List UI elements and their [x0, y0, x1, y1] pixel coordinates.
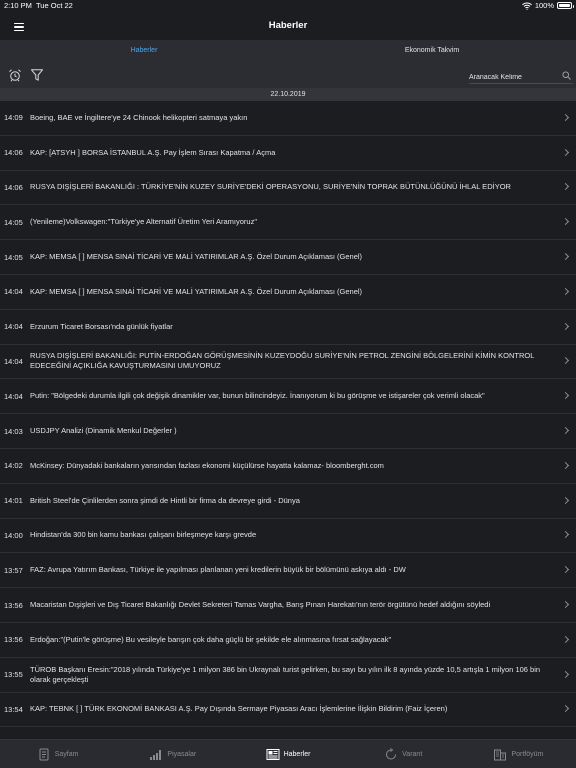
- news-row[interactable]: 13:57 FAZ: Avrupa Yatırım Bankası, Türkiy…: [0, 553, 576, 589]
- bar-chart-icon: [150, 749, 162, 760]
- news-headline: KAP: MEMSA [ ] MENSA SINAİ TİCARİ VE MAL…: [30, 286, 363, 296]
- news-row[interactable]: 14:04 Erzurum Ticaret Borsası'nda günlük …: [0, 310, 576, 345]
- buildings-icon: [494, 749, 507, 760]
- segment-tabs: Haberler Ekonomik Takvim: [0, 40, 576, 62]
- search-input[interactable]: [469, 69, 559, 86]
- tabbar-label: Varant: [402, 750, 423, 758]
- news-row[interactable]: 14:04 RUSYA DIŞİŞLERİ BAKANLIĞI: PUTİN-ER…: [0, 345, 576, 380]
- news-headline: TÜROB Başkanı Eresin:"2018 yılında Türki…: [30, 664, 541, 684]
- alarm-clock-icon[interactable]: [8, 68, 22, 82]
- news-time: 14:06: [4, 148, 23, 158]
- news-row[interactable]: 13:56 Erdoğan:"(Putin'le görüşme) Bu vesi…: [0, 623, 576, 658]
- tab-haberler[interactable]: Haberler: [0, 40, 288, 62]
- news-time: 14:04: [4, 322, 23, 332]
- tab-ekonomik-takvim[interactable]: Ekonomik Takvim: [288, 40, 576, 62]
- news-row[interactable]: 14:01 British Steel'de Çinlilerden sonra …: [0, 484, 576, 519]
- news-row[interactable]: 14:00 Hindistan'da 300 bin kamu bankası ç…: [0, 519, 576, 554]
- status-date: Tue Oct 22: [36, 1, 73, 10]
- news-time: 13:56: [4, 635, 23, 645]
- tabbar-item-sayfam[interactable]: Sayfam: [0, 740, 115, 768]
- news-time: 14:02: [4, 461, 23, 471]
- tabbar-label: Sayfam: [54, 750, 79, 758]
- news-time: 14:05: [4, 217, 23, 227]
- news-row[interactable]: 14:09 Boeing, BAE ve İngiltere'ye 24 Chin…: [0, 101, 576, 136]
- news-headline: Boeing, BAE ve İngiltere'ye 24 Chinook h…: [30, 112, 248, 122]
- news-row[interactable]: 14:04 KAP: MEMSA [ ] MENSA SINAİ TİCARİ V…: [0, 275, 576, 310]
- search-icon[interactable]: [562, 71, 571, 80]
- filter-icon[interactable]: [30, 68, 44, 82]
- news-time: 14:05: [4, 252, 23, 262]
- news-headline: Hindistan'da 300 bin kamu bankası çalışa…: [30, 530, 257, 540]
- news-time: 13:55: [4, 670, 23, 680]
- news-headline: KAP: MEMSA [ ] MENSA SINAİ TİCARİ VE MAL…: [30, 252, 363, 262]
- battery-icon: [557, 2, 574, 9]
- news-time: 14:09: [4, 113, 23, 123]
- status-right: 100%: [521, 1, 574, 10]
- news-headline: FAZ: Avrupa Yatırım Bankası, Türkiye ile…: [30, 565, 406, 575]
- news-headline: RUSYA DIŞİŞLERİ BAKANLIĞI: PUTİN-ERDOĞAN…: [30, 351, 535, 371]
- refresh-icon: [386, 747, 397, 759]
- news-headline: Erzurum Ticaret Borsası'nda günlük fiyat…: [30, 321, 173, 331]
- wifi-icon: [521, 2, 532, 10]
- news-headline: British Steel'de Çinlilerden sonra şimdi…: [30, 495, 300, 505]
- news-time: 14:04: [4, 356, 23, 366]
- news-row[interactable]: 14:04 Putin: "Bölgedeki durumla ilgili ço…: [0, 379, 576, 415]
- news-headline: KAP: [ATSYH ] BORSA İSTANBUL A.Ş. Pay İş…: [30, 147, 276, 157]
- news-headline: McKinsey: Dünyadaki bankaların yarısında…: [30, 460, 384, 470]
- tabbar-item-haberler[interactable]: Haberler: [230, 740, 345, 768]
- tabbar-item-varant[interactable]: Varant: [346, 740, 461, 768]
- status-time: 2:10 PM: [4, 1, 32, 10]
- news-time: 14:04: [4, 391, 23, 401]
- news-time: 13:54: [4, 704, 23, 714]
- tabbar-item-piyasalar[interactable]: Piyasalar: [115, 740, 230, 768]
- news-row[interactable]: 14:06 KAP: [ATSYH ] BORSA İSTANBUL A.Ş. P…: [0, 136, 576, 171]
- date-header: 22.10.2019: [0, 88, 576, 101]
- news-headline: USDJPY Analizi (Dinamik Menkul Değerler …: [30, 426, 177, 436]
- news-row[interactable]: 13:56 Macaristan Dışişleri ve Dış Ticaret…: [0, 588, 576, 623]
- news-time: 13:57: [4, 565, 23, 575]
- news-time: 14:03: [4, 426, 23, 436]
- news-list: 14:09 Boeing, BAE ve İngiltere'ye 24 Chin…: [0, 101, 576, 739]
- tabbar-label: Portföyüm: [511, 750, 544, 758]
- page-title: Haberler: [268, 20, 308, 31]
- tabbar-label: Haberler: [283, 750, 311, 758]
- news-headline: Macaristan Dışişleri ve Dış Ticaret Baka…: [30, 600, 491, 610]
- news-row[interactable]: 14:02 McKinsey: Dünyadaki bankaların yarı…: [0, 449, 576, 484]
- battery-percent: 100%: [534, 1, 554, 10]
- search-box: [469, 66, 573, 86]
- news-headline: Putin: "Bölgedeki durumla ilgili çok değ…: [30, 391, 485, 401]
- news-headline: (Yenileme)Volkswagen:"Türkiye'ye Alterna…: [30, 217, 257, 227]
- tabbar-item-portfoyum[interactable]: Portföyüm: [461, 740, 576, 768]
- news-time: 14:06: [4, 182, 23, 192]
- news-row[interactable]: 14:05 KAP: MEMSA [ ] MENSA SINAİ TİCARİ V…: [0, 240, 576, 275]
- news-row[interactable]: 14:05 (Yenileme)Volkswagen:"Türkiye'ye Al…: [0, 205, 576, 241]
- news-row[interactable]: 13:55 TÜROB Başkanı Eresin:"2018 yılında …: [0, 658, 576, 693]
- filter-toolbar: [0, 62, 576, 88]
- news-row[interactable]: 14:03 USDJPY Analizi (Dinamik Menkul Değe…: [0, 414, 576, 449]
- page-icon: [39, 748, 49, 760]
- tabbar-label: Piyasalar: [167, 750, 197, 758]
- news-row[interactable]: 14:06 RUSYA DIŞİŞLERİ BAKANLIĞI : TÜRKİYE…: [0, 171, 576, 206]
- bottom-tab-bar: Sayfam Piyasalar Haberler Varant Portföy…: [0, 739, 576, 768]
- app-screen: 2:10 PM Tue Oct 22 100% Haberler Haberle…: [0, 0, 576, 768]
- news-time: 14:01: [4, 496, 23, 506]
- news-headline: Erdoğan:"(Putin'le görüşme) Bu vesileyle…: [30, 634, 392, 644]
- nav-bar: Haberler: [0, 12, 576, 40]
- news-time: 14:04: [4, 287, 23, 297]
- news-headline: RUSYA DIŞİŞLERİ BAKANLIĞI : TÜRKİYE'NİN …: [30, 182, 511, 192]
- news-headline: KAP: TEBNK [ ] TÜRK EKONOMİ BANKASI A.Ş.…: [30, 704, 448, 714]
- news-time: 13:56: [4, 600, 23, 610]
- news-icon: [266, 748, 280, 760]
- news-row[interactable]: 13:54 KAP: TEBNK [ ] TÜRK EKONOMİ BANKASI…: [0, 693, 576, 728]
- status-bar: 2:10 PM Tue Oct 22 100%: [0, 0, 576, 12]
- news-time: 14:00: [4, 530, 23, 540]
